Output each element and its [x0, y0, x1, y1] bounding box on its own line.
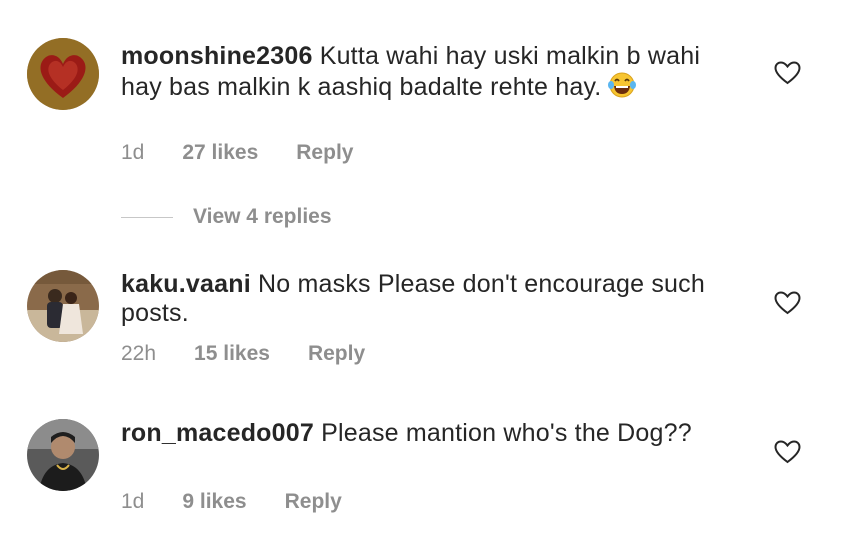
comment-text: moonshine2306 Kutta wahi hay uski malkin… — [121, 42, 721, 106]
comment-meta: 22h 15 likes Reply — [121, 342, 365, 366]
like-heart-icon[interactable] — [774, 61, 801, 85]
view-replies-label: View 4 replies — [193, 205, 332, 228]
avatar[interactable] — [27, 38, 99, 110]
laughing-emoji-icon — [607, 71, 637, 106]
comment-likes[interactable]: 9 likes — [182, 490, 246, 514]
comment-username[interactable]: ron_macedo007 — [121, 419, 314, 447]
comment-time: 1d — [121, 490, 145, 513]
reply-button[interactable]: Reply — [285, 490, 342, 514]
view-replies-link[interactable]: View 4 replies — [121, 205, 332, 229]
comment-text: ron_macedo007 Please mantion who's the D… — [121, 419, 721, 448]
comment-meta: 1d 27 likes Reply — [121, 141, 353, 165]
comment-username[interactable]: kaku.vaani — [121, 270, 251, 298]
man-photo-avatar — [27, 419, 99, 491]
comment-body: Please mantion who's the Dog?? — [313, 419, 692, 447]
avatar[interactable] — [27, 270, 99, 342]
reply-button[interactable]: Reply — [308, 342, 365, 366]
comment-time: 1d — [121, 141, 145, 164]
couple-photo-avatar — [27, 270, 99, 342]
comment-username[interactable]: moonshine2306 — [121, 42, 313, 70]
avatar[interactable] — [27, 419, 99, 491]
comment-text: kaku.vaani No masks Please don't encoura… — [121, 270, 721, 328]
reply-button[interactable]: Reply — [296, 141, 353, 165]
comment-meta: 1d 9 likes Reply — [121, 490, 342, 514]
like-heart-icon[interactable] — [774, 291, 801, 315]
like-heart-icon[interactable] — [774, 440, 801, 464]
divider-line — [121, 216, 173, 218]
comment-likes[interactable]: 27 likes — [182, 141, 258, 165]
comment-likes[interactable]: 15 likes — [194, 342, 270, 366]
comment-time: 22h — [121, 342, 157, 365]
heart-avatar-icon — [27, 38, 99, 110]
